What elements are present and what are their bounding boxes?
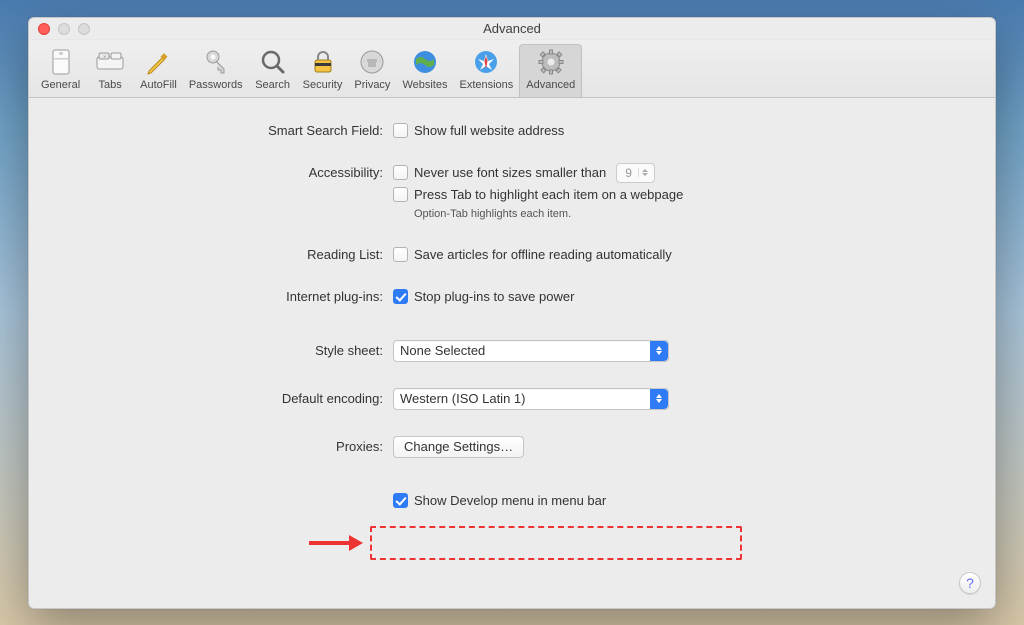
select-value: None Selected: [400, 343, 485, 358]
checkbox-input[interactable]: [393, 165, 408, 180]
tab-passwords[interactable]: Passwords: [183, 45, 249, 97]
checkbox-never-font-size[interactable]: Never use font sizes smaller than 9: [393, 162, 971, 184]
tab-label: Passwords: [189, 79, 243, 91]
annotation-arrow: [309, 535, 363, 551]
tabs-icon: ✕: [95, 47, 125, 77]
checkbox-save-articles[interactable]: Save articles for offline reading automa…: [393, 244, 971, 266]
checkbox-input[interactable]: [393, 187, 408, 202]
chevron-updown-icon: [650, 341, 668, 361]
tab-label: Privacy: [354, 79, 390, 91]
preferences-window: Advanced General ✕ Tabs AutoFill Passwor…: [28, 17, 996, 609]
tab-label: Advanced: [526, 79, 575, 91]
checkbox-input[interactable]: [393, 493, 408, 508]
tab-search[interactable]: Search: [249, 45, 297, 97]
label-style-sheet: Style sheet:: [53, 340, 393, 362]
extensions-icon: [471, 47, 501, 77]
tab-advanced[interactable]: Advanced: [519, 44, 582, 97]
gear-icon: [536, 47, 566, 77]
button-label: Change Settings…: [404, 439, 513, 454]
security-icon: [308, 47, 338, 77]
checkbox-input[interactable]: [393, 247, 408, 262]
tab-privacy[interactable]: Privacy: [348, 45, 396, 97]
chevron-updown-icon: [650, 389, 668, 409]
tab-label: Websites: [402, 79, 447, 91]
change-settings-button[interactable]: Change Settings…: [393, 436, 524, 458]
toolbar: General ✕ Tabs AutoFill Passwords Search: [29, 40, 995, 98]
tab-label: Tabs: [99, 79, 122, 91]
help-button[interactable]: ?: [959, 572, 981, 594]
checkbox-show-develop[interactable]: Show Develop menu in menu bar: [393, 486, 971, 516]
minimize-button[interactable]: [58, 23, 70, 35]
traffic-lights: [38, 23, 90, 35]
label-reading-list: Reading List:: [53, 244, 393, 266]
tab-autofill[interactable]: AutoFill: [134, 45, 183, 97]
search-icon: [258, 47, 288, 77]
checkbox-press-tab[interactable]: Press Tab to highlight each item on a we…: [393, 184, 971, 206]
stepper-arrows[interactable]: [638, 168, 652, 177]
option-tab-note: Option-Tab highlights each item.: [414, 208, 971, 220]
checkbox-stop-plugins[interactable]: Stop plug-ins to save power: [393, 286, 971, 308]
annotation-highlight: [370, 526, 742, 560]
tab-label: AutoFill: [140, 79, 177, 91]
font-size-value: 9: [619, 162, 638, 184]
checkbox-label: Never use font sizes smaller than: [414, 162, 606, 184]
tab-label: General: [41, 79, 80, 91]
font-size-stepper[interactable]: 9: [616, 163, 655, 183]
maximize-button[interactable]: [78, 23, 90, 35]
checkbox-input[interactable]: [393, 289, 408, 304]
checkbox-label: Show full website address: [414, 120, 564, 142]
content-area: Smart Search Field: Show full website ad…: [29, 98, 995, 608]
label-default-encoding: Default encoding:: [53, 388, 393, 410]
autofill-icon: [143, 47, 173, 77]
label-plugins: Internet plug-ins:: [53, 286, 393, 308]
label-accessibility: Accessibility:: [53, 162, 393, 184]
titlebar: Advanced: [29, 18, 995, 40]
general-icon: [46, 47, 76, 77]
tab-general[interactable]: General: [35, 45, 86, 97]
style-sheet-select[interactable]: None Selected: [393, 340, 669, 362]
tab-tabs[interactable]: ✕ Tabs: [86, 45, 134, 97]
privacy-icon: [357, 47, 387, 77]
checkbox-input[interactable]: [393, 123, 408, 138]
tab-label: Security: [303, 79, 343, 91]
tab-extensions[interactable]: Extensions: [453, 45, 519, 97]
tab-label: Extensions: [459, 79, 513, 91]
websites-icon: [410, 47, 440, 77]
checkbox-show-full-address[interactable]: Show full website address: [393, 120, 971, 142]
select-value: Western (ISO Latin 1): [400, 391, 525, 406]
label-smart-search: Smart Search Field:: [53, 120, 393, 142]
checkbox-label: Show Develop menu in menu bar: [414, 490, 606, 512]
close-button[interactable]: [38, 23, 50, 35]
svg-text:✕: ✕: [103, 54, 106, 59]
checkbox-label: Stop plug-ins to save power: [414, 286, 574, 308]
default-encoding-select[interactable]: Western (ISO Latin 1): [393, 388, 669, 410]
tab-security[interactable]: Security: [297, 45, 349, 97]
window-title: Advanced: [483, 21, 541, 36]
checkbox-label: Save articles for offline reading automa…: [414, 244, 672, 266]
help-label: ?: [966, 575, 974, 591]
label-proxies: Proxies:: [53, 436, 393, 458]
passwords-icon: [201, 47, 231, 77]
tab-label: Search: [255, 79, 290, 91]
tab-websites[interactable]: Websites: [396, 45, 453, 97]
checkbox-label: Press Tab to highlight each item on a we…: [414, 184, 683, 206]
